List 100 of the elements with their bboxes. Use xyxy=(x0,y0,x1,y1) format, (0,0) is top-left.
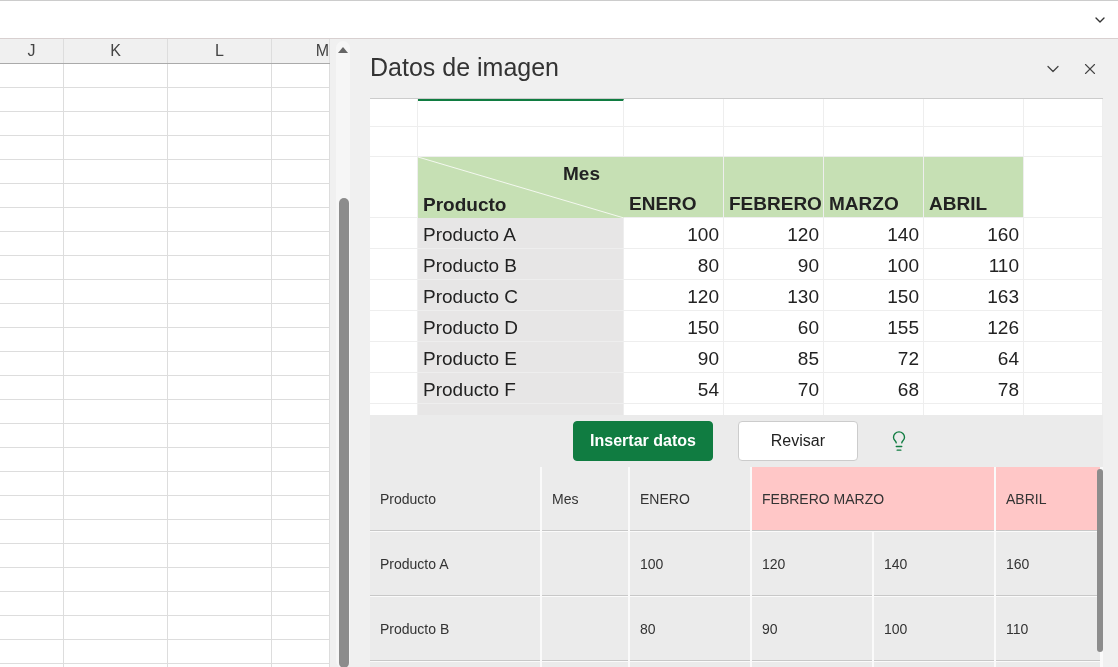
sheet-cell[interactable] xyxy=(272,496,330,520)
sheet-cell[interactable] xyxy=(272,568,330,592)
sheet-cell[interactable] xyxy=(0,88,64,112)
column-header[interactable]: M xyxy=(272,39,330,63)
sheet-cell[interactable] xyxy=(272,232,330,256)
sheet-cell[interactable] xyxy=(168,136,272,160)
sheet-cell[interactable] xyxy=(0,400,64,424)
sheet-cell[interactable] xyxy=(272,520,330,544)
sheet-cell[interactable] xyxy=(64,208,168,232)
sheet-cell[interactable] xyxy=(0,232,64,256)
sheet-cell[interactable] xyxy=(64,640,168,664)
sheet-cell[interactable] xyxy=(64,568,168,592)
sheet-cell[interactable] xyxy=(168,520,272,544)
sheet-cell[interactable] xyxy=(64,160,168,184)
sheet-cell[interactable] xyxy=(272,328,330,352)
sheet-cell[interactable] xyxy=(272,448,330,472)
sheet-cell[interactable] xyxy=(0,136,64,160)
table-header-cell[interactable]: ENERO xyxy=(630,467,750,530)
sheet-cell[interactable] xyxy=(0,352,64,376)
sheet-cell[interactable] xyxy=(0,448,64,472)
sheet-cell[interactable] xyxy=(0,640,64,664)
sheet-cell[interactable] xyxy=(64,256,168,280)
sheet-cell[interactable] xyxy=(272,136,330,160)
table-header-cell[interactable]: Mes xyxy=(542,467,628,530)
sheet-cell[interactable] xyxy=(168,376,272,400)
sheet-cell[interactable] xyxy=(64,136,168,160)
sheet-cell[interactable] xyxy=(168,448,272,472)
table-cell[interactable]: Producto B xyxy=(370,597,540,660)
sheet-cell[interactable] xyxy=(272,352,330,376)
sheet-cell[interactable] xyxy=(168,160,272,184)
review-button[interactable]: Revisar xyxy=(737,421,858,461)
sheet-cell[interactable] xyxy=(64,376,168,400)
sheet-cell[interactable] xyxy=(64,544,168,568)
sheet-cell[interactable] xyxy=(168,640,272,664)
sheet-cell[interactable] xyxy=(168,496,272,520)
insert-button[interactable]: Insertar datos xyxy=(573,421,713,461)
sheet-cell[interactable] xyxy=(272,304,330,328)
sheet-cell[interactable] xyxy=(272,472,330,496)
sheet-cell[interactable] xyxy=(64,448,168,472)
table-header-cell[interactable]: Producto xyxy=(370,467,540,530)
sheet-cell[interactable] xyxy=(0,376,64,400)
table-header-cell[interactable]: ABRIL xyxy=(996,467,1100,530)
sheet-cell[interactable] xyxy=(168,352,272,376)
sheet-cell[interactable] xyxy=(168,568,272,592)
sheet-cell[interactable] xyxy=(272,256,330,280)
sheet-cell[interactable] xyxy=(168,112,272,136)
table-cell[interactable]: 140 xyxy=(874,532,994,595)
sheet-cell[interactable] xyxy=(168,472,272,496)
sheet-cell[interactable] xyxy=(272,592,330,616)
sheet-cell[interactable] xyxy=(0,304,64,328)
sheet-cell[interactable] xyxy=(168,592,272,616)
sheet-cell[interactable] xyxy=(168,184,272,208)
sheet-cell[interactable] xyxy=(64,352,168,376)
table-cell[interactable]: 100 xyxy=(630,532,750,595)
sheet-cell[interactable] xyxy=(0,544,64,568)
sheet-cell[interactable] xyxy=(168,208,272,232)
sheet-cell[interactable] xyxy=(168,400,272,424)
sheet-cell[interactable] xyxy=(272,160,330,184)
sheet-cell[interactable] xyxy=(64,616,168,640)
sheet-cell[interactable] xyxy=(64,520,168,544)
sheet-cell[interactable] xyxy=(64,592,168,616)
sheet-cell[interactable] xyxy=(64,112,168,136)
sheet-cell[interactable] xyxy=(272,64,330,88)
sheet-cell[interactable] xyxy=(64,232,168,256)
sheet-cell[interactable] xyxy=(64,400,168,424)
sheet-cell[interactable] xyxy=(168,544,272,568)
sheet-cell[interactable] xyxy=(64,304,168,328)
sheet-cell[interactable] xyxy=(272,544,330,568)
scrollbar-thumb[interactable] xyxy=(339,198,349,667)
sheet-cell[interactable] xyxy=(168,232,272,256)
sheet-cell[interactable] xyxy=(64,424,168,448)
sheet-cell[interactable] xyxy=(0,592,64,616)
sheet-cell[interactable] xyxy=(0,208,64,232)
scroll-up-icon[interactable] xyxy=(338,46,348,54)
sheet-cell[interactable] xyxy=(272,376,330,400)
sheet-cell[interactable] xyxy=(272,208,330,232)
sheet-cell[interactable] xyxy=(64,472,168,496)
vertical-scrollbar[interactable] xyxy=(336,41,350,667)
sheet-cell[interactable] xyxy=(64,184,168,208)
scrollbar-thumb[interactable] xyxy=(1097,469,1103,652)
table-cell[interactable] xyxy=(542,597,628,660)
column-header[interactable]: L xyxy=(168,39,272,63)
sheet-cell[interactable] xyxy=(272,400,330,424)
sheet-cell[interactable] xyxy=(272,112,330,136)
table-header-cell[interactable]: FEBRERO MARZO xyxy=(752,467,994,530)
sheet-cell[interactable] xyxy=(168,304,272,328)
sheet-cell[interactable] xyxy=(168,256,272,280)
table-cell[interactable]: 160 xyxy=(996,532,1100,595)
sheet-cell[interactable] xyxy=(0,256,64,280)
sheet-cell[interactable] xyxy=(0,112,64,136)
sheet-cell[interactable] xyxy=(0,64,64,88)
sheet-cell[interactable] xyxy=(168,88,272,112)
column-header[interactable]: K xyxy=(64,39,168,63)
table-cell[interactable] xyxy=(542,532,628,595)
sheet-cell[interactable] xyxy=(0,328,64,352)
sheet-cell[interactable] xyxy=(168,64,272,88)
sheet-cell[interactable] xyxy=(0,472,64,496)
table-cell[interactable]: 90 xyxy=(752,597,872,660)
sheet-cell[interactable] xyxy=(272,424,330,448)
sheet-cell[interactable] xyxy=(64,64,168,88)
